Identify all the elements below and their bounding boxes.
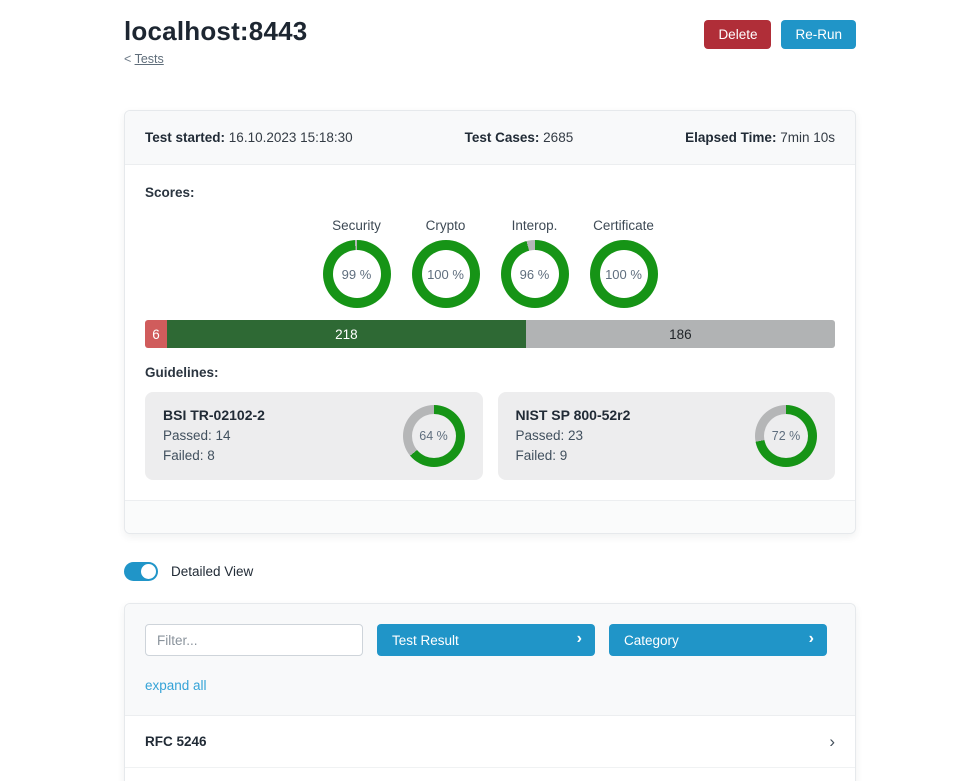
test-result-label: Test Result — [392, 633, 459, 648]
passed-value: 14 — [216, 428, 231, 443]
test-cases: Test Cases: 2685 — [465, 130, 574, 145]
filter-input[interactable] — [145, 624, 363, 656]
scores-heading: Scores: — [145, 185, 835, 200]
passed-label: Passed: — [163, 428, 212, 443]
category-dropdown[interactable]: Category › — [609, 624, 827, 656]
results-stacked-bar: 6 218 186 — [145, 320, 835, 348]
donut-label: Security — [332, 218, 381, 233]
donut-percent: 99 % — [323, 240, 391, 308]
summary-card-body: Scores: Security 99 % Crypto 100 % Inter… — [125, 165, 855, 500]
elapsed-time-value: 7min 10s — [780, 130, 835, 145]
rfc-row-5246[interactable]: RFC 5246 › — [125, 716, 855, 767]
donut-percent: 96 % — [501, 240, 569, 308]
donut-percent: 64 % — [403, 405, 465, 467]
guidelines-heading: Guidelines: — [145, 365, 835, 380]
bsi-donut-chart: 64 % — [403, 405, 465, 467]
donut-percent: 100 % — [412, 240, 480, 308]
delete-button[interactable]: Delete — [704, 20, 771, 49]
score-donut-security: Security 99 % — [318, 218, 396, 308]
chevron-right-icon: › — [577, 631, 582, 647]
rfc-row-6066[interactable]: RFC 6066 › — [125, 767, 855, 781]
toggle-knob — [141, 564, 156, 579]
donut-label: Certificate — [593, 218, 654, 233]
test-cases-value: 2685 — [543, 130, 573, 145]
page-container: localhost:8443 < Tests Delete Re-Run Tes… — [124, 0, 856, 781]
filter-row: Test Result › Category › — [145, 624, 835, 656]
guideline-passed: Passed: 14 — [163, 426, 265, 446]
donut-percent: 72 % — [755, 405, 817, 467]
bar-segment-disabled: 186 — [526, 320, 835, 348]
nist-donut-chart: 72 % — [755, 405, 817, 467]
score-donuts: Security 99 % Crypto 100 % Interop. 96 % — [145, 218, 835, 308]
guideline-passed: Passed: 23 — [516, 426, 631, 446]
detailed-view-toggle[interactable] — [124, 562, 158, 581]
certificate-donut-chart: 100 % — [590, 240, 658, 308]
passed-label: Passed: — [516, 428, 565, 443]
guideline-text: NIST SP 800-52r2 Passed: 23 Failed: 9 — [516, 407, 631, 465]
summary-card-footer — [125, 500, 855, 533]
bar-segment-failed: 6 — [145, 320, 167, 348]
rfc-name: RFC 5246 — [145, 734, 207, 749]
guideline-text: BSI TR-02102-2 Passed: 14 Failed: 8 — [163, 407, 265, 465]
test-cases-label: Test Cases: — [465, 130, 540, 145]
rfc-list: RFC 5246 › RFC 6066 › — [125, 716, 855, 781]
chevron-right-icon: › — [829, 733, 835, 750]
donut-label: Crypto — [426, 218, 466, 233]
page-header: localhost:8443 < Tests Delete Re-Run — [124, 16, 856, 110]
failed-label: Failed: — [516, 448, 557, 463]
expand-all-link[interactable]: expand all — [145, 678, 207, 693]
breadcrumb: < Tests — [124, 52, 307, 66]
category-label: Category — [624, 633, 679, 648]
chevron-right-icon: › — [809, 631, 814, 647]
guideline-cards: BSI TR-02102-2 Passed: 14 Failed: 8 64 % — [145, 392, 835, 480]
score-donut-interop: Interop. 96 % — [496, 218, 574, 308]
test-result-dropdown[interactable]: Test Result › — [377, 624, 595, 656]
guideline-card-bsi: BSI TR-02102-2 Passed: 14 Failed: 8 64 % — [145, 392, 483, 480]
guideline-title: NIST SP 800-52r2 — [516, 407, 631, 423]
failed-value: 9 — [560, 448, 568, 463]
test-started-value: 16.10.2023 15:18:30 — [229, 130, 353, 145]
guideline-failed: Failed: 8 — [163, 446, 265, 466]
rerun-button[interactable]: Re-Run — [781, 20, 856, 49]
summary-card: Test started: 16.10.2023 15:18:30 Test C… — [124, 110, 856, 534]
test-started-label: Test started: — [145, 130, 225, 145]
passed-value: 23 — [568, 428, 583, 443]
donut-percent: 100 % — [590, 240, 658, 308]
elapsed-time-label: Elapsed Time: — [685, 130, 776, 145]
failed-value: 8 — [207, 448, 215, 463]
score-donut-certificate: Certificate 100 % — [585, 218, 663, 308]
page-title: localhost:8443 — [124, 16, 307, 47]
summary-card-header: Test started: 16.10.2023 15:18:30 Test C… — [125, 111, 855, 165]
breadcrumb-tests-link[interactable]: Tests — [135, 52, 164, 66]
header-actions: Delete Re-Run — [704, 16, 856, 49]
detailed-view-label: Detailed View — [171, 564, 253, 579]
guideline-failed: Failed: 9 — [516, 446, 631, 466]
detailed-view-toggle-row: Detailed View — [124, 562, 856, 581]
details-card: Test Result › Category › expand all RFC … — [124, 603, 856, 781]
crypto-donut-chart: 100 % — [412, 240, 480, 308]
interop-donut-chart: 96 % — [501, 240, 569, 308]
breadcrumb-back-symbol: < — [124, 52, 131, 66]
donut-label: Interop. — [512, 218, 558, 233]
elapsed-time: Elapsed Time: 7min 10s — [685, 130, 835, 145]
score-donut-crypto: Crypto 100 % — [407, 218, 485, 308]
bar-segment-passed: 218 — [167, 320, 526, 348]
filter-header: Test Result › Category › expand all — [125, 604, 855, 716]
security-donut-chart: 99 % — [323, 240, 391, 308]
title-block: localhost:8443 < Tests — [124, 16, 307, 110]
test-started: Test started: 16.10.2023 15:18:30 — [145, 130, 353, 145]
guideline-title: BSI TR-02102-2 — [163, 407, 265, 423]
failed-label: Failed: — [163, 448, 204, 463]
guideline-card-nist: NIST SP 800-52r2 Passed: 23 Failed: 9 72… — [498, 392, 836, 480]
